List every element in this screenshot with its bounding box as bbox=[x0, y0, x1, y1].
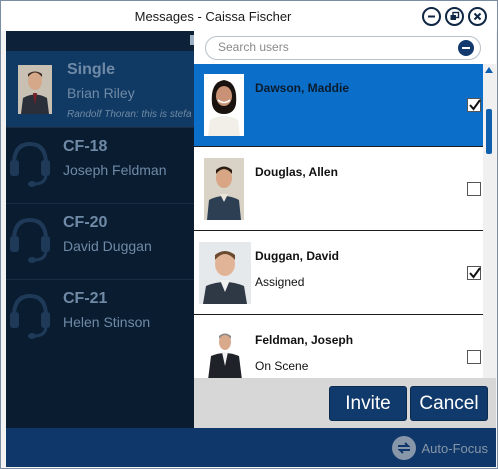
minimize-icon bbox=[428, 15, 435, 18]
person-photo-icon bbox=[199, 242, 251, 304]
user-row[interactable]: Duggan, David Assigned bbox=[194, 232, 483, 315]
invite-users-panel: Dawson, Maddie Douglas, Allen bbox=[194, 31, 496, 428]
user-checkbox[interactable] bbox=[467, 266, 481, 280]
conversation-item-cf21[interactable]: CF-21 Helen Stinson bbox=[6, 279, 194, 355]
conversation-title: CF-21 bbox=[63, 290, 108, 307]
window-title: Messages - Caissa Fischer bbox=[134, 9, 292, 24]
user-status: Assigned bbox=[255, 275, 305, 289]
action-bar: Invite Cancel bbox=[194, 378, 496, 428]
conversation-subtitle: Joseph Feldman bbox=[63, 162, 167, 178]
conversation-title: CF-20 bbox=[63, 214, 108, 231]
user-photo bbox=[199, 242, 251, 304]
user-name: Dawson, Maddie bbox=[255, 81, 350, 95]
conversation-title: Single bbox=[67, 61, 116, 78]
search-input[interactable] bbox=[218, 40, 448, 54]
search-bar bbox=[194, 31, 496, 63]
user-list-scrollbar[interactable] bbox=[483, 64, 496, 408]
person-photo-icon bbox=[18, 65, 52, 114]
restore-icon bbox=[450, 11, 460, 20]
conversation-subtitle: Brian Riley bbox=[67, 85, 135, 101]
scroll-thumb[interactable] bbox=[486, 109, 492, 154]
conversation-list-header bbox=[6, 31, 194, 51]
user-checkbox[interactable] bbox=[467, 182, 481, 196]
minimize-button[interactable] bbox=[422, 7, 441, 26]
title-bar: Messages - Caissa Fischer bbox=[1, 1, 497, 31]
user-row[interactable]: Douglas, Allen bbox=[194, 148, 483, 231]
restore-button[interactable] bbox=[445, 7, 464, 26]
conversation-preview: Randolf Thoran: this is stefa bbox=[67, 109, 192, 120]
search-box bbox=[205, 36, 481, 60]
user-row[interactable]: Dawson, Maddie bbox=[194, 64, 483, 147]
user-list: Dawson, Maddie Douglas, Allen Duggan, Da… bbox=[194, 64, 483, 408]
conversation-item-single[interactable]: Single Brian Riley Randolf Thoran: this … bbox=[6, 51, 194, 127]
conversation-subtitle: Helen Stinson bbox=[63, 314, 151, 330]
user-name: Douglas, Allen bbox=[255, 165, 338, 179]
headset-icon bbox=[10, 141, 50, 187]
user-photo bbox=[204, 158, 244, 220]
checkmark-icon bbox=[469, 99, 481, 111]
headset-icon bbox=[10, 217, 50, 263]
conversation-item-cf20[interactable]: CF-20 David Duggan bbox=[6, 203, 194, 279]
person-photo-icon bbox=[204, 74, 244, 136]
auto-focus-label: Auto-Focus bbox=[421, 440, 488, 456]
messages-window: Messages - Caissa Fischer Single Brian R… bbox=[0, 0, 498, 469]
search-clear-icon[interactable] bbox=[458, 40, 474, 56]
user-checkbox[interactable] bbox=[467, 350, 481, 364]
conversation-item-cf18[interactable]: CF-18 Joseph Feldman bbox=[6, 127, 194, 203]
user-photo bbox=[204, 74, 244, 136]
conversation-list: Single Brian Riley Randolf Thoran: this … bbox=[6, 31, 194, 428]
user-checkbox[interactable] bbox=[467, 98, 481, 112]
conversation-title: CF-18 bbox=[63, 138, 108, 155]
headset-icon bbox=[10, 293, 50, 339]
close-button[interactable] bbox=[468, 7, 487, 26]
scroll-up-icon[interactable] bbox=[485, 67, 493, 73]
user-name: Feldman, Joseph bbox=[255, 333, 354, 347]
user-status: On Scene bbox=[255, 359, 309, 373]
avatar bbox=[18, 65, 52, 114]
user-name: Duggan, David bbox=[255, 249, 340, 263]
conversation-subtitle: David Duggan bbox=[63, 238, 152, 254]
auto-focus-toggle[interactable]: Auto-Focus bbox=[391, 436, 488, 460]
checkmark-icon bbox=[469, 267, 481, 279]
cancel-button[interactable]: Cancel bbox=[410, 386, 488, 421]
invite-button[interactable]: Invite bbox=[329, 386, 407, 421]
person-photo-icon bbox=[204, 158, 244, 220]
close-icon bbox=[473, 12, 482, 21]
bottom-toolbar: Auto-Focus bbox=[6, 428, 496, 467]
auto-focus-icon bbox=[391, 436, 416, 460]
